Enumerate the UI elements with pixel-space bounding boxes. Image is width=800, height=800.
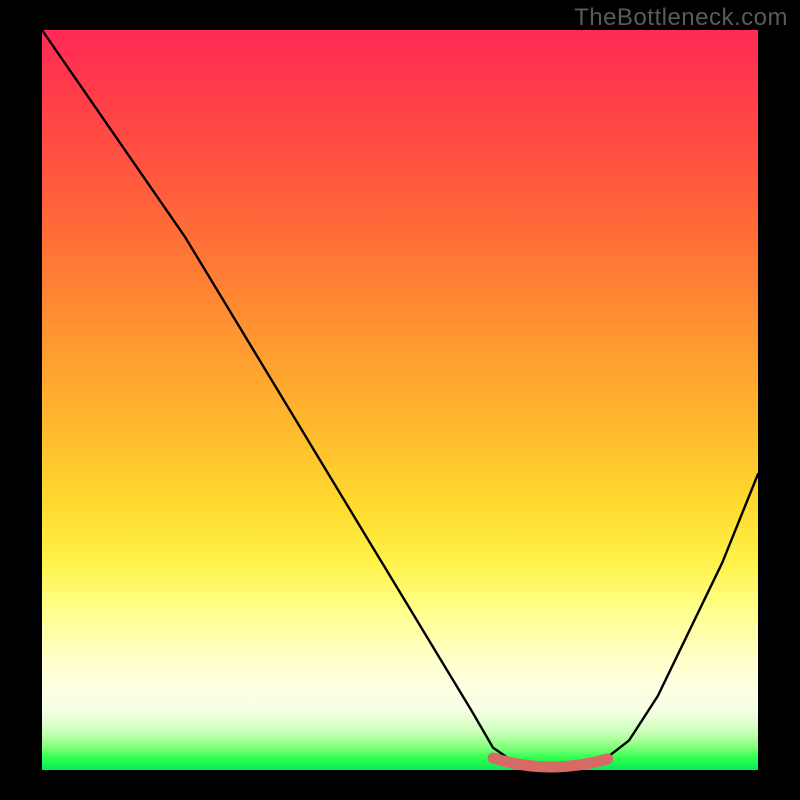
optimal-range-marker (493, 758, 607, 767)
watermark-text: TheBottleneck.com (574, 4, 788, 32)
curve-svg (42, 30, 758, 770)
chart-frame: TheBottleneck.com (0, 0, 800, 800)
bottleneck-curve (42, 30, 758, 770)
plot-area (42, 30, 758, 770)
